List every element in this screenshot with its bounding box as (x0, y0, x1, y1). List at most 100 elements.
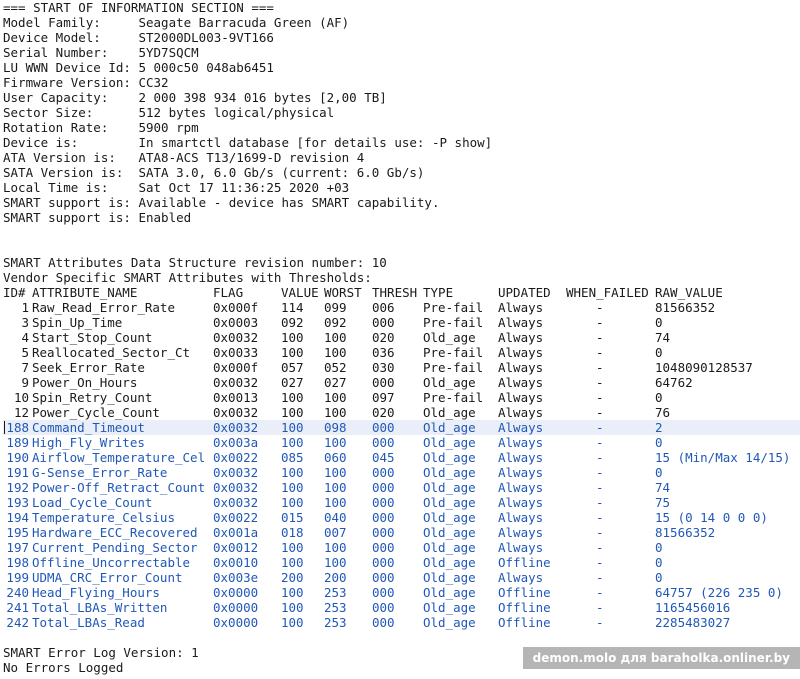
attr-name: Spin_Up_Time (32, 315, 123, 330)
table-row: 12 Power_Cycle_Count 0x0032 100 100 020 Old_ag… (3, 405, 800, 420)
table-row: 192 Power-Off_Retract_Count 0x0032 100 100 00… (3, 480, 800, 495)
attr-when-failed: - (596, 585, 604, 600)
attr-when-failed: - (596, 480, 604, 495)
attr-worst: 100 (324, 540, 347, 555)
attr-when-failed: - (596, 405, 604, 420)
attr-worst: 098 (324, 420, 347, 435)
attr-type: Old_age (423, 405, 476, 420)
attr-flag: 0x0022 (213, 450, 259, 465)
attr-id: 9 (21, 375, 29, 390)
col-worst: WORST (324, 285, 362, 300)
attr-thresh: 000 (372, 465, 395, 480)
attr-flag: 0x0003 (213, 315, 259, 330)
info-line: Firmware Version: CC32 (3, 75, 169, 90)
attr-id: 190 (6, 450, 29, 465)
attr-type: Old_age (423, 525, 476, 540)
attr-when-failed: - (596, 420, 604, 435)
attr-flag: 0x0033 (213, 345, 259, 360)
attr-flag: 0x0032 (213, 480, 259, 495)
attr-name: Power_On_Hours (32, 375, 138, 390)
attr-id: 240 (6, 585, 29, 600)
attr-flag: 0x0000 (213, 585, 259, 600)
table-row: 240 Head_Flying_Hours 0x0000 100 253 000 Old_a… (3, 585, 800, 600)
attr-when-failed: - (596, 390, 604, 405)
attr-type: Old_age (423, 570, 476, 585)
col-updated: UPDATED (498, 285, 551, 300)
attr-thresh: 000 (372, 615, 395, 630)
attr-name: Airflow_Temperature_Cel (32, 450, 206, 465)
attr-value: 092 (281, 315, 304, 330)
attr-id: 189 (6, 435, 29, 450)
table-row: 5 Reallocated_Sector_Ct 0x0033 100 100 036 Pre… (3, 345, 800, 360)
attr-id: 193 (6, 495, 29, 510)
smart-revision-line: SMART Attributes Data Structure revision… (3, 255, 387, 270)
attr-raw: 0 (655, 570, 663, 585)
attr-flag: 0x0022 (213, 510, 259, 525)
attr-updated: Always (498, 525, 544, 540)
attr-updated: Always (498, 300, 544, 315)
attr-name: Start_Stop_Count (32, 330, 153, 345)
attr-when-failed: - (596, 615, 604, 630)
attr-updated: Always (498, 570, 544, 585)
attr-thresh: 020 (372, 330, 395, 345)
attr-name: High_Fly_Writes (32, 435, 145, 450)
attr-raw: 0 (655, 540, 663, 555)
attr-raw: 1165456016 (655, 600, 731, 615)
attr-name: Spin_Retry_Count (32, 390, 153, 405)
attr-type: Pre-fail (423, 315, 484, 330)
attr-flag: 0x0032 (213, 375, 259, 390)
attr-thresh: 000 (372, 480, 395, 495)
attr-type: Old_age (423, 540, 476, 555)
table-row: 188 Command_Timeout 0x0032 100 098 000 Old_age… (3, 420, 800, 435)
attr-raw: 0 (655, 465, 663, 480)
attr-when-failed: - (596, 375, 604, 390)
attr-raw: 0 (655, 345, 663, 360)
attr-worst: 200 (324, 570, 347, 585)
attr-id: 5 (21, 345, 29, 360)
info-lines: Model Family: Seagate Barracuda Green (A… (3, 15, 800, 225)
attr-thresh: 000 (372, 435, 395, 450)
info-line: Sector Size: 512 bytes logical/physical (3, 105, 335, 120)
table-row: 4 Start_Stop_Count 0x0032 100 100 020 Old_age A… (3, 330, 800, 345)
attr-worst: 100 (324, 435, 347, 450)
attr-thresh: 006 (372, 300, 395, 315)
table-row: 194 Temperature_Celsius 0x0022 015 040 000 Old… (3, 510, 800, 525)
attr-updated: Always (498, 435, 544, 450)
attr-id: 7 (21, 360, 29, 375)
attr-value: 100 (281, 555, 304, 570)
attr-thresh: 097 (372, 390, 395, 405)
attr-type: Old_age (423, 420, 476, 435)
attr-value: 200 (281, 570, 304, 585)
attr-value: 100 (281, 345, 304, 360)
attr-value: 100 (281, 465, 304, 480)
attr-updated: Offline (498, 585, 551, 600)
table-row: 3 Spin_Up_Time 0x0003 092 092 000 Pre-fail Alwa… (3, 315, 800, 330)
table-row: 9 Power_On_Hours 0x0032 027 027 000 Old_age Alw… (3, 375, 800, 390)
attr-name: Load_Cycle_Count (32, 495, 153, 510)
attr-updated: Always (498, 345, 544, 360)
table-row: 10 Spin_Retry_Count 0x0013 100 100 097 Pre-fai… (3, 390, 800, 405)
attr-id: 3 (21, 315, 29, 330)
attr-thresh: 045 (372, 450, 395, 465)
table-row: 197 Current_Pending_Sector 0x0012 100 100 000… (3, 540, 800, 555)
info-line: ATA Version is: ATA8-ACS T13/1699-D revi… (3, 150, 365, 165)
attr-worst: 100 (324, 330, 347, 345)
attr-type: Old_age (423, 615, 476, 630)
table-row: 193 Load_Cycle_Count 0x0032 100 100 000 Old_ag… (3, 495, 800, 510)
attr-id: 192 (6, 480, 29, 495)
attr-value: 100 (281, 480, 304, 495)
table-row: 198 Offline_Uncorrectable 0x0010 100 100 000 O… (3, 555, 800, 570)
attr-flag: 0x003a (213, 435, 259, 450)
attr-updated: Always (498, 390, 544, 405)
attr-worst: 253 (324, 600, 347, 615)
attr-type: Old_age (423, 555, 476, 570)
attr-worst: 100 (324, 390, 347, 405)
attr-value: 015 (281, 510, 304, 525)
attr-flag: 0x0032 (213, 420, 259, 435)
attr-updated: Always (498, 315, 544, 330)
attr-raw: 64762 (655, 375, 693, 390)
attr-worst: 100 (324, 480, 347, 495)
attr-raw: 81566352 (655, 300, 716, 315)
attr-value: 085 (281, 450, 304, 465)
attr-thresh: 000 (372, 495, 395, 510)
